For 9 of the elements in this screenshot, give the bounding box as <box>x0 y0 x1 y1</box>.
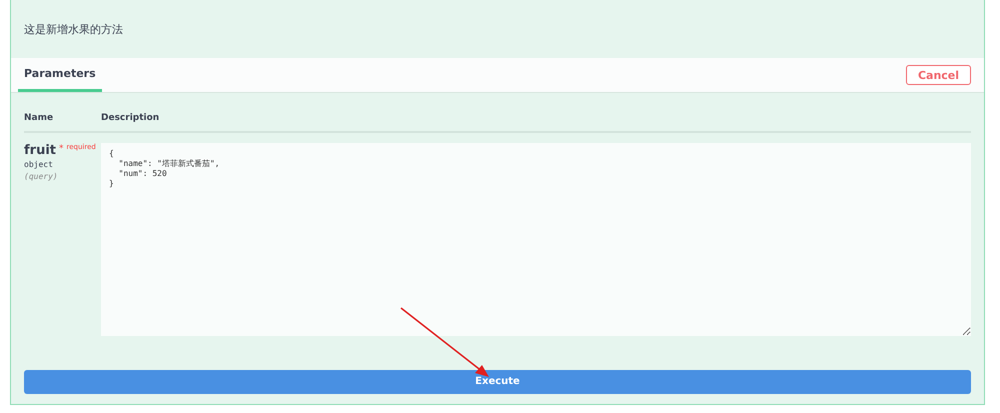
parameter-type: object <box>24 160 54 169</box>
column-header: Name <box>24 113 54 123</box>
parameters-tab[interactable]: Parameters <box>18 58 102 92</box>
parameter-location: (query) <box>24 172 59 181</box>
operation-description: 这是新增水果的方法 <box>23 22 124 38</box>
column-header: Description <box>101 113 160 123</box>
json-input-field[interactable]: { "name": "塔菲新式番茄", "num": 520 } <box>101 143 971 336</box>
required-mark: * <box>59 144 64 154</box>
parameter-name: fruit <box>24 143 56 158</box>
